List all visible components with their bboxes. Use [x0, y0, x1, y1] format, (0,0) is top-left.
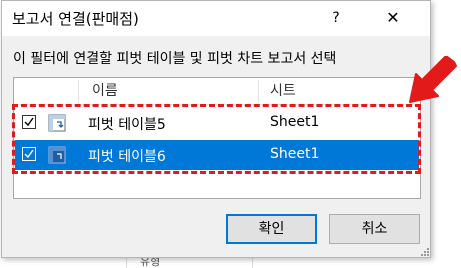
background-gridline [126, 258, 127, 268]
header-separator [258, 80, 259, 102]
row-sheet: Sheet1 [270, 146, 320, 162]
background-cell-text: 유형 [140, 257, 161, 268]
list-header: 이름 시트 [14, 78, 420, 105]
title-bar: 보고서 연결(판매점) ? ✕ [2, 1, 430, 36]
list-item-selected[interactable]: 피벗 테이블6 Sheet1 [15, 140, 419, 170]
report-connections-dialog: 보고서 연결(판매점) ? ✕ 이 필터에 연결할 피벗 테이블 및 피벗 차트… [1, 0, 431, 258]
dialog-title: 보고서 연결(판매점) [12, 10, 139, 28]
annotation-arrow-icon [409, 56, 457, 103]
column-header-sheet[interactable]: 시트 [270, 78, 296, 104]
list-item[interactable]: 피벗 테이블5 Sheet1 [15, 108, 419, 138]
instruction-text: 이 필터에 연결할 피벗 테이블 및 피벗 차트 보고서 선택 [13, 51, 337, 67]
row-checkbox[interactable] [22, 147, 36, 161]
screenshot: 유형 보고서 연결(판매점) ? ✕ 이 필터에 연결할 피벗 테이블 및 피벗… [0, 0, 461, 268]
resize-grip-icon[interactable] [420, 247, 430, 257]
row-sheet: Sheet1 [270, 114, 320, 130]
ok-button[interactable]: 확인 [226, 214, 317, 244]
pivot-table-icon [48, 114, 66, 132]
row-name: 피벗 테이블5 [88, 117, 166, 133]
row-checkbox[interactable] [22, 115, 36, 129]
checkmark-icon [24, 117, 34, 127]
help-button[interactable]: ? [325, 7, 347, 29]
close-button[interactable]: ✕ [382, 7, 404, 29]
column-header-name[interactable]: 이름 [92, 78, 118, 104]
cancel-button[interactable]: 취소 [329, 214, 420, 244]
row-name: 피벗 테이블6 [88, 149, 166, 165]
pivot-report-list[interactable]: 이름 시트 피벗 테이블5 Sheet1 피벗 테이블6 Sheet1 [13, 77, 421, 199]
header-separator [78, 80, 79, 102]
pivot-table-icon [48, 146, 66, 164]
background-sheet [0, 258, 461, 268]
checkmark-icon [24, 149, 34, 159]
background-gridline [252, 258, 253, 268]
